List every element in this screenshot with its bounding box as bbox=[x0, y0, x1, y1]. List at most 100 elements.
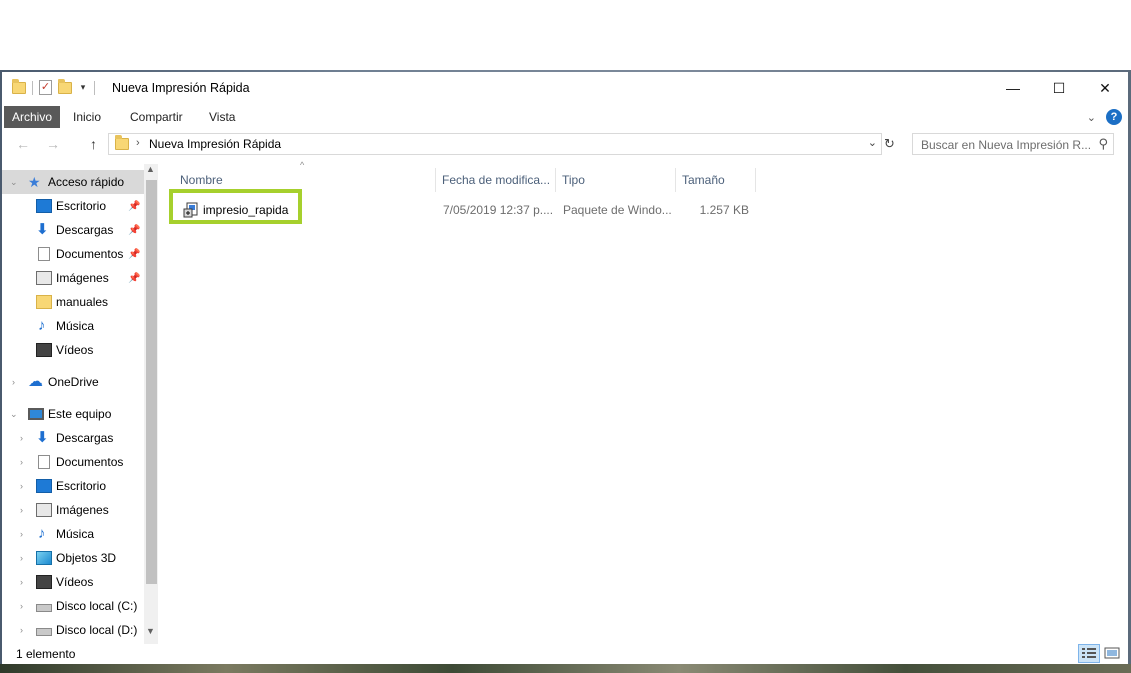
collapsed-chevron-icon[interactable]: › bbox=[20, 553, 23, 563]
large-icons-view-icon[interactable] bbox=[1101, 644, 1123, 663]
nav-item-pc-descargas[interactable]: › ⬇ Descargas bbox=[2, 426, 144, 450]
nav-item-imagenes[interactable]: Imágenes 📌 bbox=[2, 266, 144, 290]
tab-archivo[interactable]: Archivo bbox=[4, 106, 61, 128]
drive-icon bbox=[36, 627, 52, 636]
tab-inicio[interactable]: Inicio bbox=[65, 106, 109, 128]
close-button[interactable]: ✕ bbox=[1082, 72, 1128, 104]
scroll-down-icon[interactable]: ▼ bbox=[146, 626, 155, 636]
nav-item-pc-imagenes[interactable]: › Imágenes bbox=[2, 498, 144, 522]
pictures-icon bbox=[36, 271, 52, 285]
window-controls: — ☐ ✕ bbox=[990, 72, 1128, 104]
nav-item-onedrive[interactable]: › ☁ OneDrive bbox=[2, 370, 144, 394]
address-bar[interactable]: › Nueva Impresión Rápida ⌄ bbox=[108, 133, 882, 155]
details-view-icon[interactable] bbox=[1078, 644, 1100, 663]
chevron-down-icon[interactable]: ⌄ bbox=[1087, 111, 1096, 124]
downloads-icon: ⬇ bbox=[36, 221, 49, 238]
breadcrumb[interactable]: Nueva Impresión Rápida bbox=[149, 137, 281, 151]
ribbon-right-controls: ⌄ ? bbox=[1087, 109, 1122, 125]
collapsed-chevron-icon[interactable]: › bbox=[20, 505, 23, 515]
forward-arrow-icon[interactable]: → bbox=[46, 136, 60, 152]
nav-item-pc-videos[interactable]: › Vídeos bbox=[2, 570, 144, 594]
up-arrow-icon[interactable]: ↑ bbox=[90, 136, 97, 152]
nav-pane-scrollbar[interactable]: ▲ ▼ bbox=[144, 164, 158, 644]
minimize-button[interactable]: — bbox=[990, 72, 1036, 104]
nav-item-quick-access[interactable]: ⌄ ★ Acceso rápido bbox=[2, 170, 144, 194]
nav-item-label: Imágenes bbox=[56, 271, 109, 285]
annotation-highlight-box bbox=[169, 189, 302, 224]
column-header-size[interactable]: Tamaño bbox=[675, 168, 755, 192]
nav-item-escritorio[interactable]: Escritorio 📌 bbox=[2, 194, 144, 218]
collapsed-chevron-icon[interactable]: › bbox=[20, 481, 23, 491]
back-arrow-icon[interactable]: ← bbox=[16, 136, 30, 152]
column-separator[interactable] bbox=[755, 168, 756, 192]
scroll-up-icon[interactable]: ▲ bbox=[146, 164, 155, 174]
nav-item-musica[interactable]: ♪ Música bbox=[2, 314, 144, 338]
drive-icon bbox=[36, 603, 52, 612]
collapsed-chevron-icon[interactable]: › bbox=[20, 625, 23, 635]
navigation-pane: ⌄ ★ Acceso rápido Escritorio 📌 ⬇ Descarg… bbox=[2, 164, 158, 644]
collapsed-chevron-icon[interactable]: › bbox=[12, 377, 15, 387]
nav-item-label: Imágenes bbox=[56, 503, 109, 517]
desktop-wallpaper-bottom bbox=[0, 664, 1131, 673]
collapsed-chevron-icon[interactable]: › bbox=[20, 457, 23, 467]
nav-item-label: manuales bbox=[56, 295, 109, 309]
nav-item-label: Música bbox=[56, 527, 95, 541]
folder-icon bbox=[36, 295, 52, 309]
collapsed-chevron-icon[interactable]: › bbox=[20, 433, 23, 443]
scroll-thumb[interactable] bbox=[146, 180, 157, 584]
nav-item-descargas[interactable]: ⬇ Descargas 📌 bbox=[2, 218, 144, 242]
nav-item-disk-d[interactable]: › Disco local (D:) bbox=[2, 618, 144, 642]
documents-icon bbox=[38, 247, 50, 261]
pin-icon: 📌 bbox=[128, 248, 141, 260]
nav-item-label: Descargas bbox=[56, 431, 114, 445]
nav-item-this-pc[interactable]: ⌄ Este equipo bbox=[2, 402, 144, 426]
collapsed-chevron-icon[interactable]: › bbox=[20, 577, 23, 587]
folder-icon bbox=[12, 78, 26, 94]
nav-item-label: Escritorio bbox=[56, 199, 107, 213]
downloads-icon: ⬇ bbox=[36, 429, 49, 446]
cloud-icon: ☁ bbox=[28, 373, 43, 390]
window-title: Nueva Impresión Rápida bbox=[112, 81, 250, 95]
ribbon-tabs: Archivo Inicio Compartir Vista ⌄ ? bbox=[2, 104, 1128, 128]
toolbar-separator bbox=[32, 80, 33, 95]
nav-item-pc-escritorio[interactable]: › Escritorio bbox=[2, 474, 144, 498]
search-input[interactable]: Buscar en Nueva Impresión R... ⚲ bbox=[912, 133, 1114, 155]
folder-icon bbox=[115, 135, 129, 150]
collapsed-chevron-icon[interactable]: › bbox=[20, 601, 23, 611]
address-dropdown-icon[interactable]: ⌄ bbox=[868, 136, 877, 149]
music-icon: ♪ bbox=[38, 317, 46, 334]
file-list: ^ Nombre Fecha de modifica... Tipo Tamañ… bbox=[162, 160, 1128, 644]
nav-item-label: Acceso rápido bbox=[48, 175, 125, 189]
nav-item-disk-c[interactable]: › Disco local (C:) bbox=[2, 594, 144, 618]
title-bar: ✓ ▾ Nueva Impresión Rápida — ☐ ✕ bbox=[2, 72, 1128, 104]
nav-item-label: Documentos bbox=[56, 247, 124, 261]
pin-icon: 📌 bbox=[128, 224, 141, 236]
nav-item-documentos[interactable]: Documentos 📌 bbox=[2, 242, 144, 266]
collapsed-chevron-icon[interactable]: › bbox=[20, 529, 23, 539]
properties-check-icon[interactable]: ✓ bbox=[39, 80, 52, 95]
file-size: 1.257 KB bbox=[699, 203, 749, 217]
nav-item-pc-objetos-3d[interactable]: › Objetos 3D bbox=[2, 546, 144, 570]
tab-vista[interactable]: Vista bbox=[201, 106, 243, 128]
nav-item-pc-musica[interactable]: › ♪ Música bbox=[2, 522, 144, 546]
nav-item-videos[interactable]: Vídeos bbox=[2, 338, 144, 362]
customize-dropdown-icon[interactable]: ▾ bbox=[78, 82, 88, 93]
new-folder-icon[interactable] bbox=[58, 78, 72, 94]
tab-compartir[interactable]: Compartir bbox=[122, 106, 191, 128]
maximize-button[interactable]: ☐ bbox=[1036, 72, 1082, 104]
column-header-date[interactable]: Fecha de modifica... bbox=[435, 168, 555, 192]
refresh-icon[interactable]: ↻ bbox=[884, 136, 895, 152]
videos-icon bbox=[36, 343, 52, 357]
quick-access-toolbar: ✓ ▾ bbox=[12, 78, 95, 95]
help-icon[interactable]: ? bbox=[1106, 109, 1122, 125]
pin-icon: 📌 bbox=[128, 272, 141, 284]
expanded-chevron-icon[interactable]: ⌄ bbox=[10, 409, 18, 420]
status-bar: 1 elemento bbox=[2, 644, 1128, 664]
column-header-type[interactable]: Tipo bbox=[555, 168, 675, 192]
breadcrumb-chevron-icon[interactable]: › bbox=[136, 137, 140, 149]
nav-item-label: Escritorio bbox=[56, 479, 107, 493]
search-icon[interactable]: ⚲ bbox=[1098, 136, 1108, 152]
nav-item-pc-documentos[interactable]: › Documentos bbox=[2, 450, 144, 474]
expanded-chevron-icon[interactable]: ⌄ bbox=[10, 177, 18, 188]
nav-item-manuales[interactable]: manuales bbox=[2, 290, 144, 314]
